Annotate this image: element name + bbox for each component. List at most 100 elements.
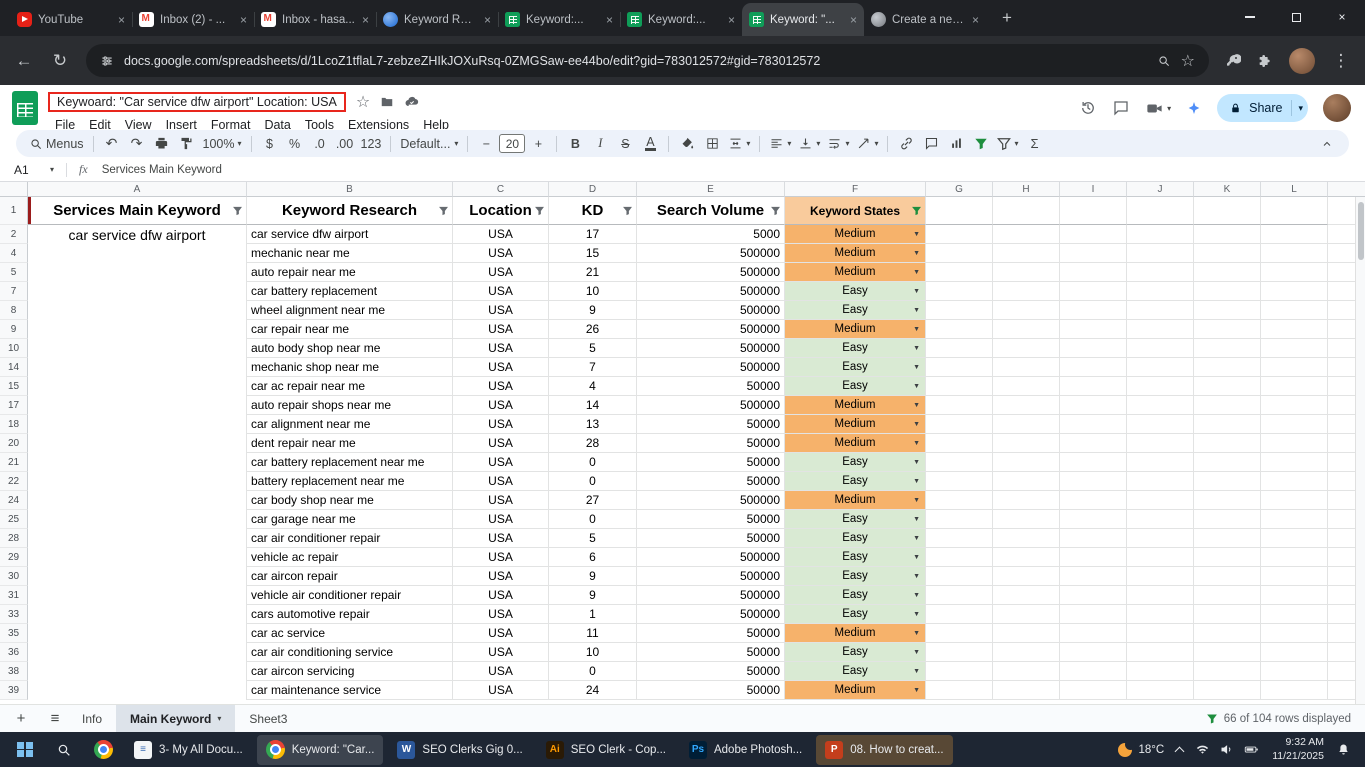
browser-tab[interactable]: Inbox - hasa...× (254, 3, 376, 36)
row-number[interactable]: 35 (0, 624, 28, 643)
empty-cell[interactable] (1194, 510, 1261, 529)
browser-tab[interactable]: Keyword:...× (498, 3, 620, 36)
cell-kd[interactable]: 9 (549, 301, 637, 320)
cell-D1[interactable]: KD (549, 197, 637, 225)
fill-color-button[interactable] (675, 132, 699, 155)
row-number[interactable]: 33 (0, 605, 28, 624)
cell-kd[interactable]: 6 (549, 548, 637, 567)
cell-search-volume[interactable]: 500000 (637, 491, 785, 510)
undo-button[interactable]: ↶ (100, 132, 124, 155)
wifi-icon[interactable] (1195, 742, 1210, 757)
cell-keyword[interactable]: car aircon servicing (247, 662, 453, 681)
empty-cell[interactable] (1261, 225, 1328, 244)
empty-cell[interactable] (1060, 339, 1127, 358)
column-header-B[interactable]: B (247, 182, 453, 197)
empty-cell[interactable] (1261, 377, 1328, 396)
bookmark-star-icon[interactable]: ☆ (1181, 51, 1195, 71)
empty-cell[interactable] (1261, 415, 1328, 434)
empty-cell[interactable] (1127, 434, 1194, 453)
chevron-down-icon[interactable]: ▾ (50, 165, 54, 174)
column-header-I[interactable]: I (1060, 182, 1127, 197)
column-header-D[interactable]: D (549, 182, 637, 197)
cell-search-volume[interactable]: 500000 (637, 396, 785, 415)
row-number[interactable]: 39 (0, 681, 28, 700)
paint-format-button[interactable] (175, 132, 199, 155)
column-filter-button[interactable] (622, 205, 633, 216)
version-history-icon[interactable] (1079, 99, 1097, 117)
row-number[interactable]: 5 (0, 263, 28, 282)
password-key-icon[interactable] (1225, 53, 1241, 69)
empty-cell[interactable] (1060, 434, 1127, 453)
close-button[interactable]: × (1319, 0, 1365, 34)
cell-keyword-state[interactable]: Medium▼ (785, 415, 926, 434)
row-number[interactable]: 9 (0, 320, 28, 339)
decrease-font-size-button[interactable]: − (474, 132, 498, 155)
empty-cell[interactable] (1060, 396, 1127, 415)
empty-cell[interactable] (993, 320, 1060, 339)
extensions-puzzle-icon[interactable] (1257, 53, 1273, 69)
cell-location[interactable]: USA (453, 586, 549, 605)
vertical-align-button[interactable]: ▾ (795, 132, 823, 155)
cell-kd[interactable]: 28 (549, 434, 637, 453)
create-filter-button[interactable] (969, 132, 993, 155)
cell-C1[interactable]: Location (453, 197, 549, 225)
cell-location[interactable]: USA (453, 681, 549, 700)
empty-cell[interactable] (993, 529, 1060, 548)
share-dropdown[interactable]: ▾ (1291, 100, 1303, 116)
column-filter-button[interactable] (232, 205, 243, 216)
dropdown-arrow-icon[interactable]: ▼ (913, 668, 920, 675)
empty-cell[interactable] (1261, 339, 1328, 358)
dropdown-arrow-icon[interactable]: ▼ (913, 535, 920, 542)
cell-B1[interactable]: Keyword Research (247, 197, 453, 225)
cell-search-volume[interactable]: 500000 (637, 548, 785, 567)
cell-location[interactable]: USA (453, 434, 549, 453)
taskbar-item[interactable]: Keyword: "Car... (257, 735, 384, 765)
empty-cell[interactable] (993, 472, 1060, 491)
cell-keyword-state[interactable]: Easy▼ (785, 377, 926, 396)
empty-cell[interactable] (1194, 396, 1261, 415)
empty-cell[interactable] (1060, 301, 1127, 320)
empty-cell[interactable] (1261, 662, 1328, 681)
cell-main-keyword[interactable] (28, 567, 247, 586)
empty-cell[interactable] (1127, 225, 1194, 244)
cell-main-keyword[interactable] (28, 510, 247, 529)
empty-cell[interactable] (1261, 434, 1328, 453)
empty-cell[interactable] (993, 643, 1060, 662)
all-sheets-button[interactable]: ≡ (42, 706, 68, 732)
empty-cell[interactable] (1261, 197, 1328, 225)
sheet-tab-info[interactable]: Info (68, 705, 116, 732)
site-settings-icon[interactable] (100, 54, 114, 68)
dropdown-arrow-icon[interactable]: ▼ (913, 421, 920, 428)
cell-keyword-state[interactable]: Easy▼ (785, 339, 926, 358)
star-icon[interactable]: ☆ (356, 92, 370, 112)
empty-cell[interactable] (926, 586, 993, 605)
row-number[interactable]: 4 (0, 244, 28, 263)
borders-button[interactable] (700, 132, 724, 155)
cell-main-keyword[interactable] (28, 358, 247, 377)
battery-icon[interactable] (1243, 742, 1260, 757)
empty-cell[interactable] (993, 586, 1060, 605)
cell-E1[interactable]: Search Volume (637, 197, 785, 225)
start-button[interactable] (8, 735, 42, 765)
empty-cell[interactable] (1194, 244, 1261, 263)
cell-keyword-state[interactable]: Easy▼ (785, 301, 926, 320)
minimize-button[interactable] (1227, 0, 1273, 34)
browser-menu-kebab-icon[interactable]: ⋮ (1331, 51, 1351, 71)
column-filter-button[interactable] (534, 205, 545, 216)
empty-cell[interactable] (926, 415, 993, 434)
dropdown-arrow-icon[interactable]: ▼ (913, 630, 920, 637)
row-number[interactable]: 2 (0, 225, 28, 244)
empty-cell[interactable] (1194, 263, 1261, 282)
cell-kd[interactable]: 9 (549, 567, 637, 586)
empty-cell[interactable] (1261, 263, 1328, 282)
merge-cells-button[interactable]: ▾ (725, 132, 753, 155)
empty-cell[interactable] (993, 491, 1060, 510)
empty-cell[interactable] (1261, 681, 1328, 700)
empty-cell[interactable] (1127, 586, 1194, 605)
cell-location[interactable]: USA (453, 282, 549, 301)
cell-main-keyword[interactable] (28, 282, 247, 301)
cell-keyword[interactable]: auto repair shops near me (247, 396, 453, 415)
column-header-L[interactable]: L (1261, 182, 1328, 197)
empty-cell[interactable] (1060, 415, 1127, 434)
cell-kd[interactable]: 10 (549, 643, 637, 662)
